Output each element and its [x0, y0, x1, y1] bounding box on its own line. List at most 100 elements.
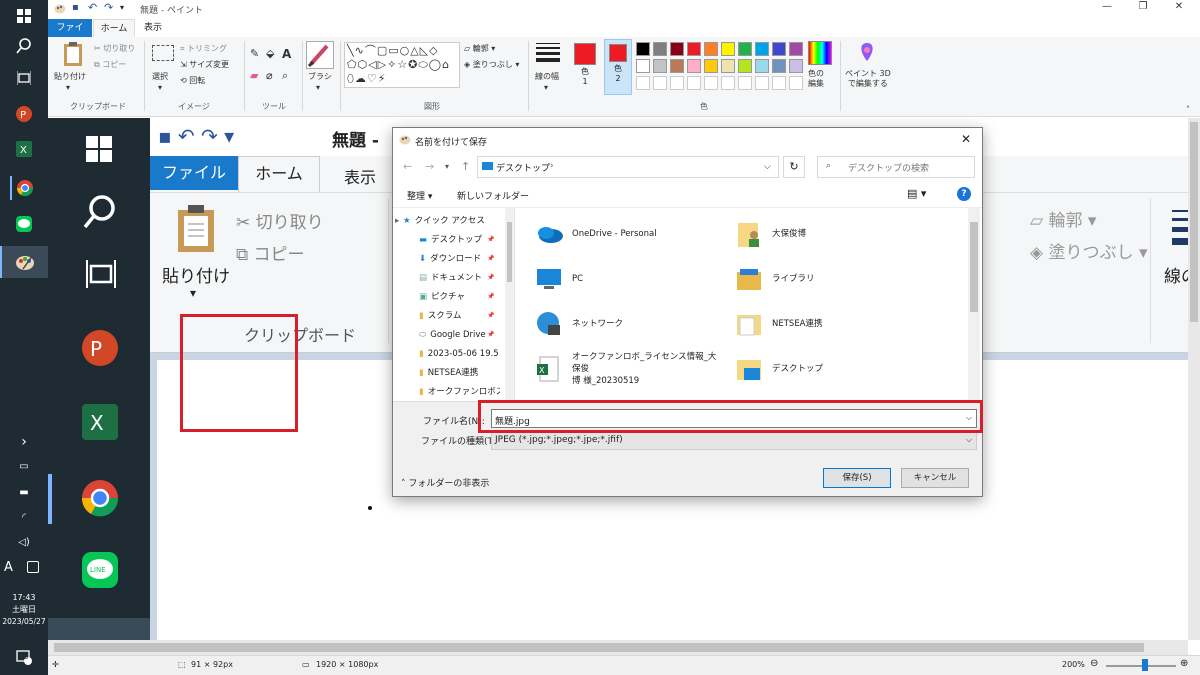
palette-swatch[interactable] [721, 76, 735, 90]
tab-home[interactable]: ホーム [93, 19, 135, 37]
shapes-gallery[interactable]: ╲∿⌒▢▭○△◺◇ ⬠⬡◁▷✧☆✪⬭◯⌂ ⬯☁♡⚡ [344, 42, 460, 88]
zoom-out-icon[interactable]: ⊖ [1090, 658, 1098, 669]
dialog-close-icon[interactable]: ✕ [961, 132, 971, 146]
palette-swatch[interactable] [789, 42, 803, 56]
help-icon[interactable]: ? [957, 187, 971, 201]
text-tool-icon[interactable]: A [282, 47, 291, 61]
palette-swatch[interactable] [687, 42, 701, 56]
paste-dropdown-icon[interactable]: ▾ [66, 83, 70, 92]
undo-icon[interactable]: ↶ [88, 1, 97, 14]
select-button[interactable]: 選択 [152, 71, 168, 82]
windows-start-icon[interactable] [10, 4, 38, 28]
nav-item[interactable]: ▮ スクラム 📌 [419, 307, 494, 325]
device-icon[interactable]: ▭ [10, 454, 38, 478]
palette-swatch[interactable] [687, 76, 701, 90]
paint3d-icon[interactable] [856, 41, 878, 63]
palette-swatch[interactable] [755, 42, 769, 56]
palette-swatch[interactable] [653, 42, 667, 56]
palette-swatch[interactable] [704, 76, 718, 90]
new-folder-button[interactable]: 新しいフォルダー [457, 189, 529, 202]
collapse-ribbon-icon[interactable]: ˄ [1186, 105, 1190, 114]
paint3d-button[interactable]: ペイント 3D で編集する [845, 69, 891, 89]
vertical-scroll-thumb[interactable] [1190, 122, 1198, 322]
palette-swatch[interactable] [704, 59, 718, 73]
address-bar[interactable]: デスクトップ › ⌵ [477, 156, 779, 178]
nav-scrollbar[interactable] [505, 208, 514, 401]
palette-swatch[interactable] [704, 42, 718, 56]
nav-item[interactable]: ▣ ピクチャ 📌 [419, 288, 494, 306]
forward-icon[interactable]: → [425, 160, 434, 173]
fill-bucket-icon[interactable]: ⬙ [266, 47, 274, 60]
notification-icon[interactable]: 5 [10, 645, 38, 669]
task-view-icon[interactable] [10, 66, 38, 90]
palette-swatch[interactable] [738, 42, 752, 56]
palette-swatch[interactable] [755, 59, 769, 73]
quick-access-dropdown-icon[interactable]: ▾ [120, 3, 124, 12]
select-dropdown-icon[interactable]: ▾ [158, 83, 162, 92]
select-icon[interactable] [152, 45, 174, 61]
save-button[interactable]: 保存(S) [823, 468, 891, 488]
organize-button[interactable]: 整理 ▾ [407, 189, 432, 202]
redo-icon[interactable]: ↷ [104, 1, 113, 14]
palette-swatch[interactable] [670, 42, 684, 56]
back-icon[interactable]: ← [403, 160, 412, 173]
nav-item[interactable]: ▤ ドキュメント 📌 [419, 269, 494, 287]
palette-swatch[interactable] [772, 42, 786, 56]
palette-swatch[interactable] [670, 59, 684, 73]
file-item[interactable]: 大保俊博 [734, 214, 924, 254]
nav-item[interactable]: ⬇ ダウンロード 📌 [419, 250, 494, 268]
palette-swatch[interactable] [636, 59, 650, 73]
ime-indicator[interactable]: A [4, 560, 13, 575]
wifi-icon[interactable]: ◜ [10, 505, 38, 529]
save-quick-icon[interactable]: ▪ [72, 2, 79, 13]
powerpoint-icon[interactable]: P [10, 102, 38, 126]
filetype-dropdown-icon[interactable]: ⌵ [966, 435, 972, 445]
nav-scroll-thumb[interactable] [507, 222, 512, 282]
cut-button[interactable]: ✂ 切り取り [94, 43, 135, 54]
color2-button[interactable]: 色 2 [604, 39, 632, 95]
brushes-button[interactable]: ブラシ [308, 71, 332, 82]
search-box[interactable]: ⌕ デスクトップの検索 [817, 156, 975, 178]
palette-swatch[interactable] [653, 76, 667, 90]
refresh-icon[interactable]: ↻ [783, 156, 805, 178]
palette-swatch[interactable] [789, 76, 803, 90]
volume-icon[interactable]: ◁) [10, 530, 38, 554]
minimize-icon[interactable]: — [1092, 1, 1122, 12]
close-icon[interactable]: ✕ [1164, 1, 1194, 12]
filetype-select[interactable]: JPEG (*.jpg;*.jpeg;*.jpe;*.jfif) ⌵ [491, 431, 977, 450]
file-item[interactable]: ライブラリ [734, 259, 924, 299]
palette-swatch[interactable] [721, 59, 735, 73]
palette-swatch[interactable] [772, 76, 786, 90]
palette-swatch[interactable] [755, 76, 769, 90]
file-scrollbar[interactable] [968, 208, 980, 401]
line-width-icon[interactable] [536, 43, 560, 65]
palette-swatch[interactable] [721, 42, 735, 56]
clock-date[interactable]: 2023/05/27 [0, 616, 48, 627]
nav-item[interactable]: ▮オークファンロボスク [419, 383, 500, 401]
breadcrumb-desktop[interactable]: デスクトップ [496, 161, 550, 174]
cancel-button[interactable]: キャンセル [901, 468, 969, 488]
resize-button[interactable]: ⇲ サイズ変更 [180, 59, 229, 70]
paste-button[interactable]: 貼り付け [54, 71, 86, 82]
breadcrumb-chevron-icon[interactable]: › [550, 161, 554, 171]
hide-folders-button[interactable]: ˄ フォルダーの非表示 [401, 476, 489, 489]
color1-button[interactable]: 色 1 [572, 41, 598, 93]
palette-swatch[interactable] [636, 42, 650, 56]
file-item[interactable]: NETSEA連携 [734, 304, 924, 344]
file-scroll-thumb[interactable] [970, 222, 978, 312]
tab-view[interactable]: 表示 [138, 19, 168, 37]
palette-swatch[interactable] [738, 76, 752, 90]
magnifier-icon[interactable]: ⌕ [282, 69, 288, 83]
up-icon[interactable]: ↑ [461, 160, 470, 173]
edit-colors-button[interactable]: 色の 編集 [808, 69, 824, 89]
clock-time[interactable]: 17:43 [0, 592, 48, 603]
zoom-in-icon[interactable]: ⊕ [1180, 658, 1188, 669]
brushes-dropdown-icon[interactable]: ▾ [316, 83, 320, 92]
nav-item[interactable]: ⬭ Google Drive 📌 [419, 326, 494, 344]
file-item[interactable]: デスクトップ [734, 349, 924, 389]
nav-item[interactable]: ▮ 2023-05-06 19.5! [419, 345, 500, 363]
line-width-button[interactable]: 線の幅 [535, 71, 559, 82]
line-app-icon[interactable] [10, 212, 38, 236]
paint-app-icon[interactable] [0, 246, 48, 278]
search-icon[interactable] [10, 34, 38, 58]
